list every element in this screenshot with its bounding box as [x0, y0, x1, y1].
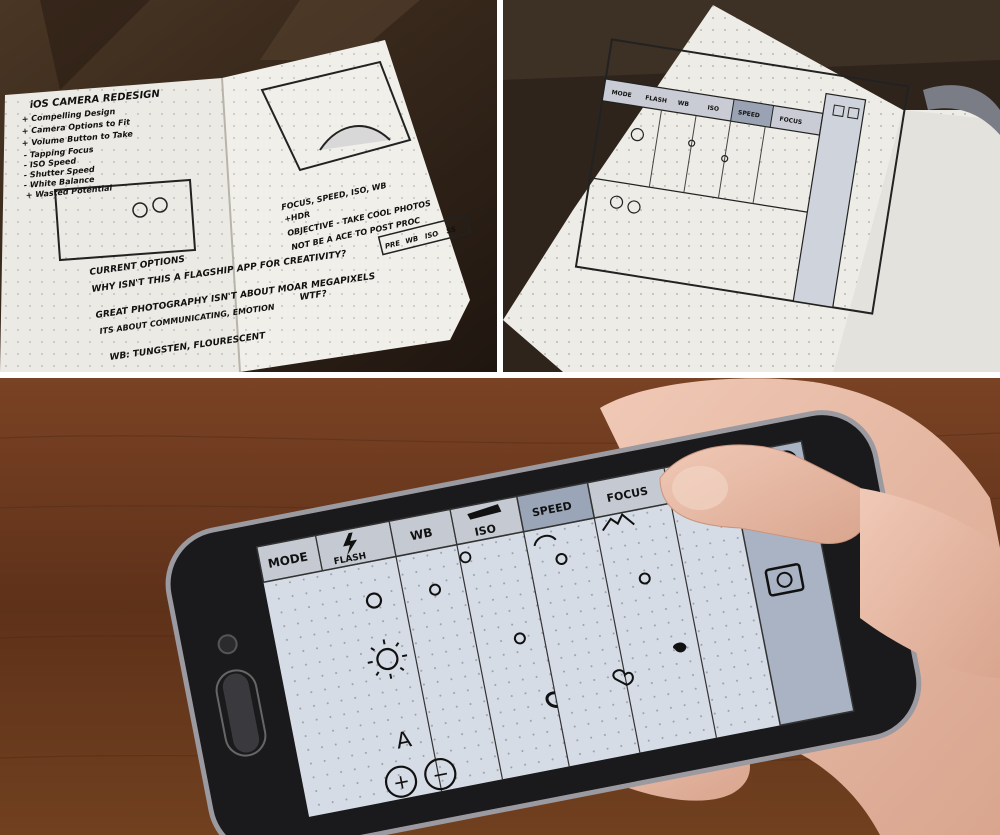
notebook-notes-svg: iOS CAMERA REDESIGN + Compelling Design …	[0, 0, 497, 372]
notebook-sketch-svg: MODE FLASH WB ISO SPEED FOCUS	[503, 0, 1000, 372]
phone-prototype-photo: MODE FLASH WB ISO SPEED FOCUS A + −	[0, 378, 1000, 835]
notebook-sketch-photo: MODE FLASH WB ISO SPEED FOCUS	[503, 0, 1000, 372]
notebook-notes-photo: iOS CAMERA REDESIGN + Compelling Design …	[0, 0, 497, 372]
phone-prototype-svg: MODE FLASH WB ISO SPEED FOCUS A + −	[0, 378, 1000, 835]
